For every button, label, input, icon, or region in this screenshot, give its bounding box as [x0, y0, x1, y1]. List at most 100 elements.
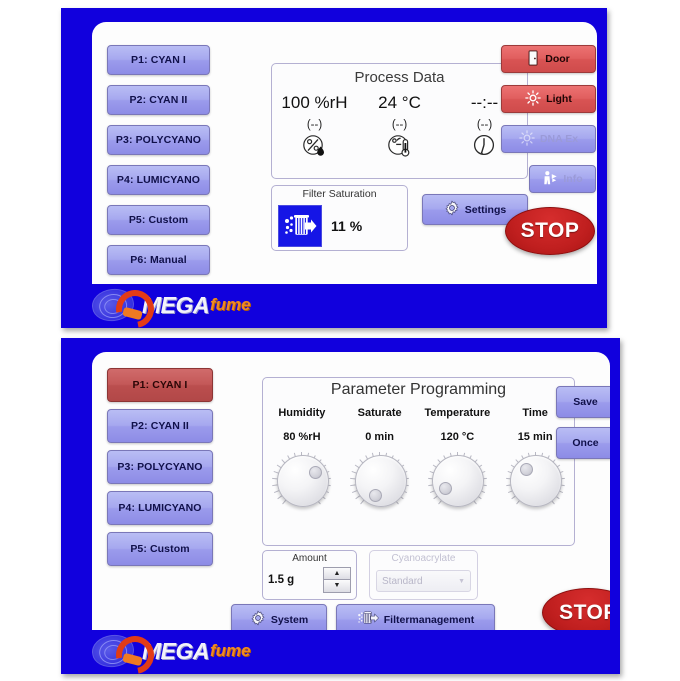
- program-button-label: P3: POLYCYANO: [115, 134, 202, 146]
- humidity-setpoint: (--): [306, 119, 323, 131]
- process-data-group: Process Data 100 %rH (--) 24 °C (--) --:…: [271, 63, 528, 179]
- knob-humidity[interactable]: [271, 450, 333, 512]
- temperature-setpoint: (--): [391, 119, 408, 131]
- clock-icon: [472, 134, 498, 163]
- param-value-temperature: 120 °C: [440, 431, 475, 443]
- once-button[interactable]: Once: [556, 427, 610, 459]
- logo-fume-text: fume: [210, 295, 251, 314]
- info-icon: [542, 170, 558, 189]
- parameter-programming-title: Parameter Programming: [330, 381, 507, 398]
- stop-button[interactable]: STOP: [505, 207, 595, 255]
- amount-decrease-button[interactable]: ▼: [323, 580, 351, 593]
- program-button-p6[interactable]: P6: Manual: [107, 245, 210, 275]
- process-data-temperature: 24 °C (--): [357, 92, 442, 176]
- settings-button-label: Settings: [464, 203, 507, 216]
- omega-fume-logo: MEGA fume: [89, 632, 251, 670]
- light-icon: [525, 89, 541, 109]
- time-value: --:--: [470, 93, 499, 112]
- screenshot-root: P1: CYAN I P2: CYAN II P3: POLYCYANO P4:…: [0, 0, 680, 680]
- process-data-humidity: 100 %rH (--): [272, 92, 357, 176]
- knob-temperature[interactable]: [426, 450, 488, 512]
- amount-increase-button[interactable]: ▲: [323, 567, 351, 580]
- humidity-icon: [302, 134, 328, 163]
- brand-strip: MEGA fume: [61, 284, 607, 328]
- knob-saturate[interactable]: [349, 450, 411, 512]
- omega-symbol-icon: [114, 288, 148, 322]
- program-button-p2[interactable]: P2: CYAN II: [107, 85, 210, 115]
- amount-group: Amount 1.5 g ▲ ▼: [262, 550, 357, 600]
- time-setpoint: (--): [476, 119, 493, 131]
- save-button[interactable]: Save: [556, 386, 610, 418]
- light-button[interactable]: Light: [501, 85, 596, 113]
- stop-button-label: STOP: [520, 219, 580, 242]
- gear-icon: [444, 200, 460, 219]
- program-button-label: P6: Manual: [130, 254, 187, 266]
- filtermanagement-button-label: Filtermanagement: [383, 613, 475, 626]
- stop-button-label: STOP: [559, 600, 610, 624]
- cyanoacrylate-selected-value: Standard: [382, 575, 423, 587]
- filter-icon: [357, 609, 379, 630]
- screen-programming: P1: CYAN I P2: CYAN II P3: POLYCYANO P4:…: [92, 352, 610, 632]
- parameter-programming-group: Parameter Programming Humidity Saturate …: [262, 377, 575, 546]
- program-button-label: P2: CYAN II: [131, 420, 189, 432]
- filter-saturation-value: 11 %: [331, 218, 363, 234]
- amount-stepper[interactable]: ▲ ▼: [323, 567, 351, 593]
- gear-icon: [250, 610, 266, 629]
- param-header-temperature: Temperature: [424, 407, 491, 419]
- program-button-label: P1: CYAN I: [132, 379, 188, 391]
- program-button-label: P2: CYAN II: [129, 94, 188, 106]
- program-button-label: P3: POLYCYANO: [117, 461, 203, 473]
- cyanoacrylate-title: Cyanoacrylate: [391, 553, 456, 564]
- info-button[interactable]: Info: [529, 165, 596, 193]
- brand-strip: MEGA fume: [61, 630, 620, 674]
- program-button-p3[interactable]: P3: POLYCYANO: [107, 450, 213, 484]
- program-button-p5[interactable]: P5: Custom: [107, 205, 210, 235]
- program-button-p4[interactable]: P4: LUMICYANO: [107, 165, 210, 195]
- cyanoacrylate-select[interactable]: Standard ▼: [376, 570, 471, 592]
- param-header-saturate: Saturate: [357, 407, 402, 419]
- program-button-p1[interactable]: P1: CYAN I: [107, 368, 213, 402]
- temperature-value: 24 °C: [378, 93, 421, 112]
- door-button-label: Door: [545, 53, 570, 65]
- logo-fume-text: fume: [210, 641, 251, 660]
- program-button-label: P4: LUMICYANO: [116, 174, 201, 186]
- stop-button[interactable]: STOP: [542, 588, 610, 632]
- param-header-humidity: Humidity: [278, 407, 326, 419]
- cyanoacrylate-group: Cyanoacrylate Standard ▼: [369, 550, 478, 600]
- filter-icon: [278, 205, 322, 247]
- temperature-icon: [387, 134, 413, 163]
- omega-fume-logo: MEGA fume: [89, 286, 251, 324]
- filter-saturation-title: Filter Saturation: [302, 188, 377, 200]
- dna-ex-button-label: DNA Ex: [539, 133, 579, 145]
- program-button-label: P5: Custom: [128, 214, 189, 226]
- param-value-saturate: 0 min: [365, 431, 394, 443]
- info-button-label: Info: [563, 173, 583, 185]
- amount-title: Amount: [292, 553, 327, 564]
- chevron-down-icon: ▼: [458, 577, 465, 585]
- light-button-label: Light: [546, 93, 572, 105]
- door-button[interactable]: Door: [501, 45, 596, 73]
- program-button-label: P1: CYAN I: [131, 54, 186, 66]
- once-button-label: Once: [572, 437, 599, 449]
- humidity-value: 100 %rH: [281, 93, 348, 112]
- screen-overview: P1: CYAN I P2: CYAN II P3: POLYCYANO P4:…: [92, 22, 597, 286]
- door-icon: [527, 49, 540, 69]
- system-button-label: System: [270, 613, 309, 626]
- dna-ex-button[interactable]: DNA Ex: [501, 125, 596, 153]
- filtermanagement-button[interactable]: Filtermanagement: [336, 604, 495, 632]
- system-button[interactable]: System: [231, 604, 327, 632]
- program-button-p2[interactable]: P2: CYAN II: [107, 409, 213, 443]
- program-button-p5[interactable]: P5: Custom: [107, 532, 213, 566]
- device-panel-overview: P1: CYAN I P2: CYAN II P3: POLYCYANO P4:…: [61, 8, 607, 328]
- knob-time[interactable]: [504, 450, 566, 512]
- device-panel-programming: P1: CYAN I P2: CYAN II P3: POLYCYANO P4:…: [61, 338, 620, 674]
- program-button-p1[interactable]: P1: CYAN I: [107, 45, 210, 75]
- program-button-p4[interactable]: P4: LUMICYANO: [107, 491, 213, 525]
- omega-symbol-icon: [114, 634, 148, 668]
- amount-value: 1.5 g: [268, 574, 295, 586]
- process-data-title: Process Data: [354, 69, 445, 86]
- program-button-label: P4: LUMICYANO: [118, 502, 202, 514]
- program-button-p3[interactable]: P3: POLYCYANO: [107, 125, 210, 155]
- program-button-label: P5: Custom: [130, 543, 190, 555]
- save-button-label: Save: [573, 396, 598, 408]
